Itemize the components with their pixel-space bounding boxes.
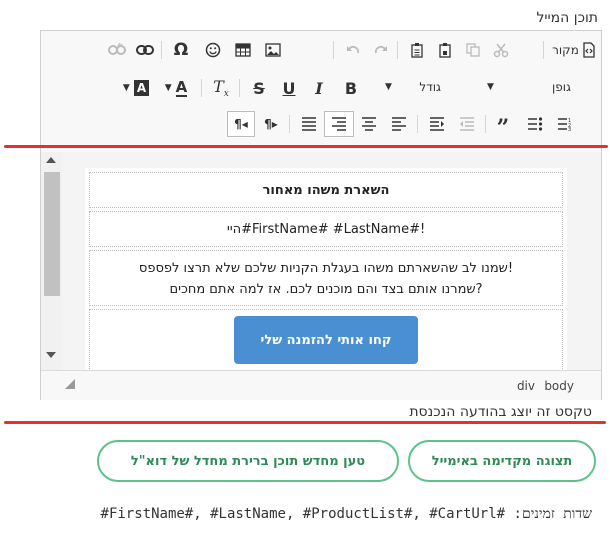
italic-button[interactable]: I [307,75,331,101]
highlight-line-bottom [4,421,606,424]
ltr-icon: ¶▸ [264,117,278,131]
align-right-icon [331,117,347,131]
svg-text:3: 3 [568,127,571,131]
numbered-list-button[interactable]: 123 [553,111,577,137]
paste-text-icon [409,42,425,58]
cta-button[interactable]: קחו אותי להזמנה שלי [234,316,418,364]
toolbar-row-1: מקור Ω [41,37,601,67]
outdent-icon [459,117,475,131]
align-left-button[interactable] [387,111,411,137]
copy-button[interactable] [461,37,485,63]
chevron-down-icon: ▼ [385,82,392,92]
redo-button[interactable] [369,37,393,63]
indent-button[interactable] [425,111,449,137]
smiley-button[interactable] [201,37,225,63]
toolbar-row-3: 123 ” ¶▸ ¶◂ [41,111,601,141]
source-button[interactable]: מקור [551,37,597,63]
reload-default-button[interactable]: טען מחדש תוכן ברירת מחדל של דוא"ל [97,440,399,482]
paste-icon [437,42,453,58]
incoming-message-note: טקסט זה יוצג בהודעה הנכנסת [409,404,592,420]
email-body-line-2: שמרנו אותם בצד והם מוכנים לכם. אז למה את… [169,282,483,297]
undo-icon [345,42,361,58]
image-button[interactable] [261,37,285,63]
preview-email-button[interactable]: תצוגה מקדימה באימייל [408,440,596,482]
source-label: מקור [552,43,579,57]
highlight-line-top [4,145,608,148]
omega-icon: Ω [173,40,189,60]
table-button[interactable] [231,37,255,63]
chevron-down-icon: ▼ [164,83,172,93]
align-left-icon [391,117,407,131]
bg-color-icon: A [133,80,150,96]
table-icon [235,42,251,58]
size-combo[interactable]: ▼ גודל [383,75,469,99]
resize-handle-icon[interactable] [65,379,75,389]
remove-format-button[interactable]: Tx [209,75,233,101]
smiley-icon [205,42,221,58]
unlink-button[interactable] [105,37,129,63]
bulleted-list-icon [527,117,543,131]
undo-button[interactable] [341,37,365,63]
chevron-down-icon: ▼ [487,82,494,92]
toolbar-row-2: ▼ גופן ▼ גודל B I U S Tx ▼ A ▼ A [41,75,601,105]
special-char-button[interactable]: Ω [169,37,193,63]
email-body: שמנו לב שהשארתם משהו בעגלת הקניות שלכם ש… [89,250,563,306]
source-icon [582,42,596,58]
justify-icon [301,117,317,131]
available-fields: שדות זמינים: #FirstName#, #LastName, #Pr… [100,506,593,522]
email-body-line-1: שמנו לב שהשארתם משהו בעגלת הקניות שלכם ש… [138,261,514,276]
numbered-list-icon: 123 [557,117,573,131]
rtl-icon: ¶◂ [234,117,248,131]
blockquote-icon: ” [496,115,510,141]
link-button[interactable] [133,37,157,63]
ltr-button[interactable]: ¶▸ [257,111,285,137]
paste-text-button[interactable] [405,37,429,63]
strike-button[interactable]: S [247,75,271,101]
remove-format-icon: Tx [213,76,229,100]
link-icon [136,44,154,56]
email-greeting: היי#FirstName# #LastName#! [89,211,563,247]
italic-icon: I [315,78,323,98]
bg-color-button[interactable]: ▼ A [117,75,155,101]
editor-statusbar: body div [41,370,601,400]
align-right-button[interactable] [324,111,354,137]
align-center-button[interactable] [357,111,381,137]
indent-icon [429,117,445,131]
scroll-up-icon[interactable] [46,157,56,163]
size-label: גודל [419,80,441,94]
path-div[interactable]: div [517,379,535,393]
bold-button[interactable]: B [339,75,363,101]
scroll-down-icon[interactable] [46,352,56,358]
unlink-icon [108,43,126,57]
path-body[interactable]: body [544,379,574,393]
blockquote-button[interactable]: ” [491,111,515,141]
outdent-button[interactable] [455,111,479,137]
cut-icon [493,42,509,58]
text-color-button[interactable]: ▼ A [157,75,195,101]
section-label: תוכן המייל [536,10,598,26]
redo-icon [373,42,389,58]
align-center-icon [361,117,377,131]
bulleted-list-button[interactable] [523,111,547,137]
email-heading: השארת משהו מאחור [89,172,563,208]
bold-icon: B [344,78,358,98]
underline-icon: U [282,78,296,98]
editor-toolbar: מקור Ω ▼ גופן ▼ גודל B I U S Tx ▼ A ▼ A … [41,31,601,146]
cut-button[interactable] [489,37,513,63]
scrollbar-thumb[interactable] [44,172,60,296]
image-icon [265,42,281,58]
font-combo[interactable]: ▼ גופן [481,75,599,99]
font-label: גופן [552,80,571,94]
strike-icon: S [253,78,265,98]
chevron-down-icon: ▼ [122,83,130,93]
underline-button[interactable]: U [277,75,301,101]
justify-button[interactable] [297,111,321,137]
text-color-icon: A [175,77,188,97]
copy-icon [465,42,481,58]
paste-button[interactable] [433,37,457,63]
rtl-button[interactable]: ¶◂ [227,111,255,137]
